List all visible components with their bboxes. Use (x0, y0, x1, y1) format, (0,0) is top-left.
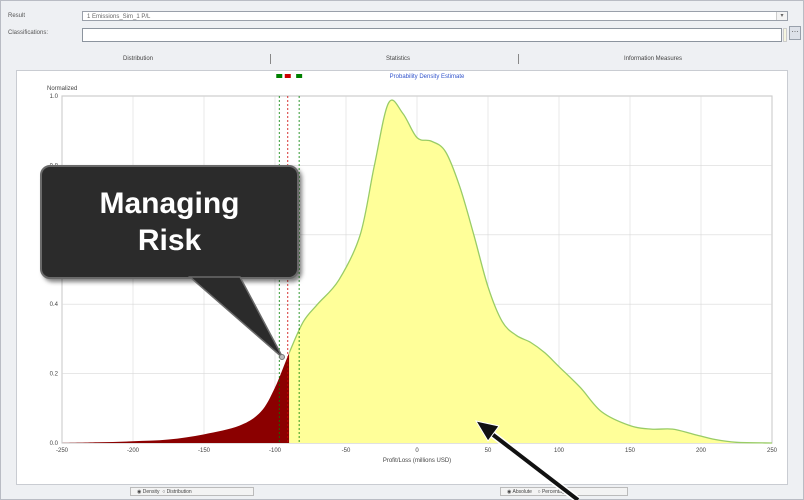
chart-title: Probability Density Estimate (390, 74, 465, 80)
result-value: 1 Emissions_Sim_1 P/L (87, 14, 151, 20)
callout-line-1: Managing (99, 187, 240, 220)
tab-statistics[interactable]: Statistics (328, 52, 468, 66)
x-tick-label: 250 (767, 448, 778, 454)
classifications-label: Classifications: (8, 30, 49, 36)
marker-handle (296, 74, 303, 78)
x-tick-label: 100 (554, 448, 565, 454)
absolute-percentage-group: ◉ Absolute ○ Percentage (500, 487, 628, 496)
managing-risk-callout: Managing Risk (40, 165, 299, 279)
x-tick-label: -200 (127, 448, 140, 454)
classifications-input[interactable] (82, 28, 782, 42)
tab-distribution[interactable]: Distribution (68, 52, 208, 66)
marker-handle (276, 74, 283, 78)
result-select[interactable]: 1 Emissions_Sim_1 P/L ▾ (82, 11, 788, 21)
result-label: Result (8, 13, 26, 19)
percentage-option-label: Percentage (541, 489, 568, 495)
classifications-picker-button[interactable]: ⋯ (789, 26, 801, 40)
y-tick-label: 1.0 (50, 94, 59, 100)
x-tick-label: 50 (485, 448, 492, 454)
x-tick-label: 150 (625, 448, 636, 454)
tab-bar: Distribution Statistics Information Meas… (8, 52, 792, 66)
tab-divider (270, 54, 271, 64)
x-tick-label: 0 (415, 448, 419, 454)
classifications-scroll[interactable] (783, 28, 787, 42)
tab-information-measures[interactable]: Information Measures (578, 52, 728, 66)
ellipsis-icon: ⋯ (791, 29, 799, 36)
x-tick-label: -100 (269, 448, 282, 454)
callout-text: Managing Risk (42, 185, 297, 259)
x-tick-label: -250 (56, 448, 69, 454)
x-axis-label: Profit/Loss (millions USD) (383, 458, 451, 464)
density-distribution-group: ◉ Density ○ Distribution (130, 487, 254, 496)
y-tick-label: 0.2 (50, 372, 59, 378)
chevron-down-icon[interactable]: ▾ (776, 12, 787, 20)
absolute-option-label: Absolute (512, 489, 532, 495)
y-axis-label: Normalized (47, 86, 77, 92)
x-tick-label: -50 (342, 448, 351, 454)
callout-line-2: Risk (137, 224, 202, 257)
tab-divider (518, 54, 519, 64)
x-tick-label: 200 (696, 448, 707, 454)
y-tick-label: 0.4 (50, 302, 59, 308)
y-tick-label: 0.0 (50, 441, 59, 447)
marker-handle (284, 74, 291, 78)
density-option-label: Density (142, 489, 160, 495)
x-tick-label: -150 (198, 448, 211, 454)
distribution-option-label: Distribution (166, 489, 192, 495)
